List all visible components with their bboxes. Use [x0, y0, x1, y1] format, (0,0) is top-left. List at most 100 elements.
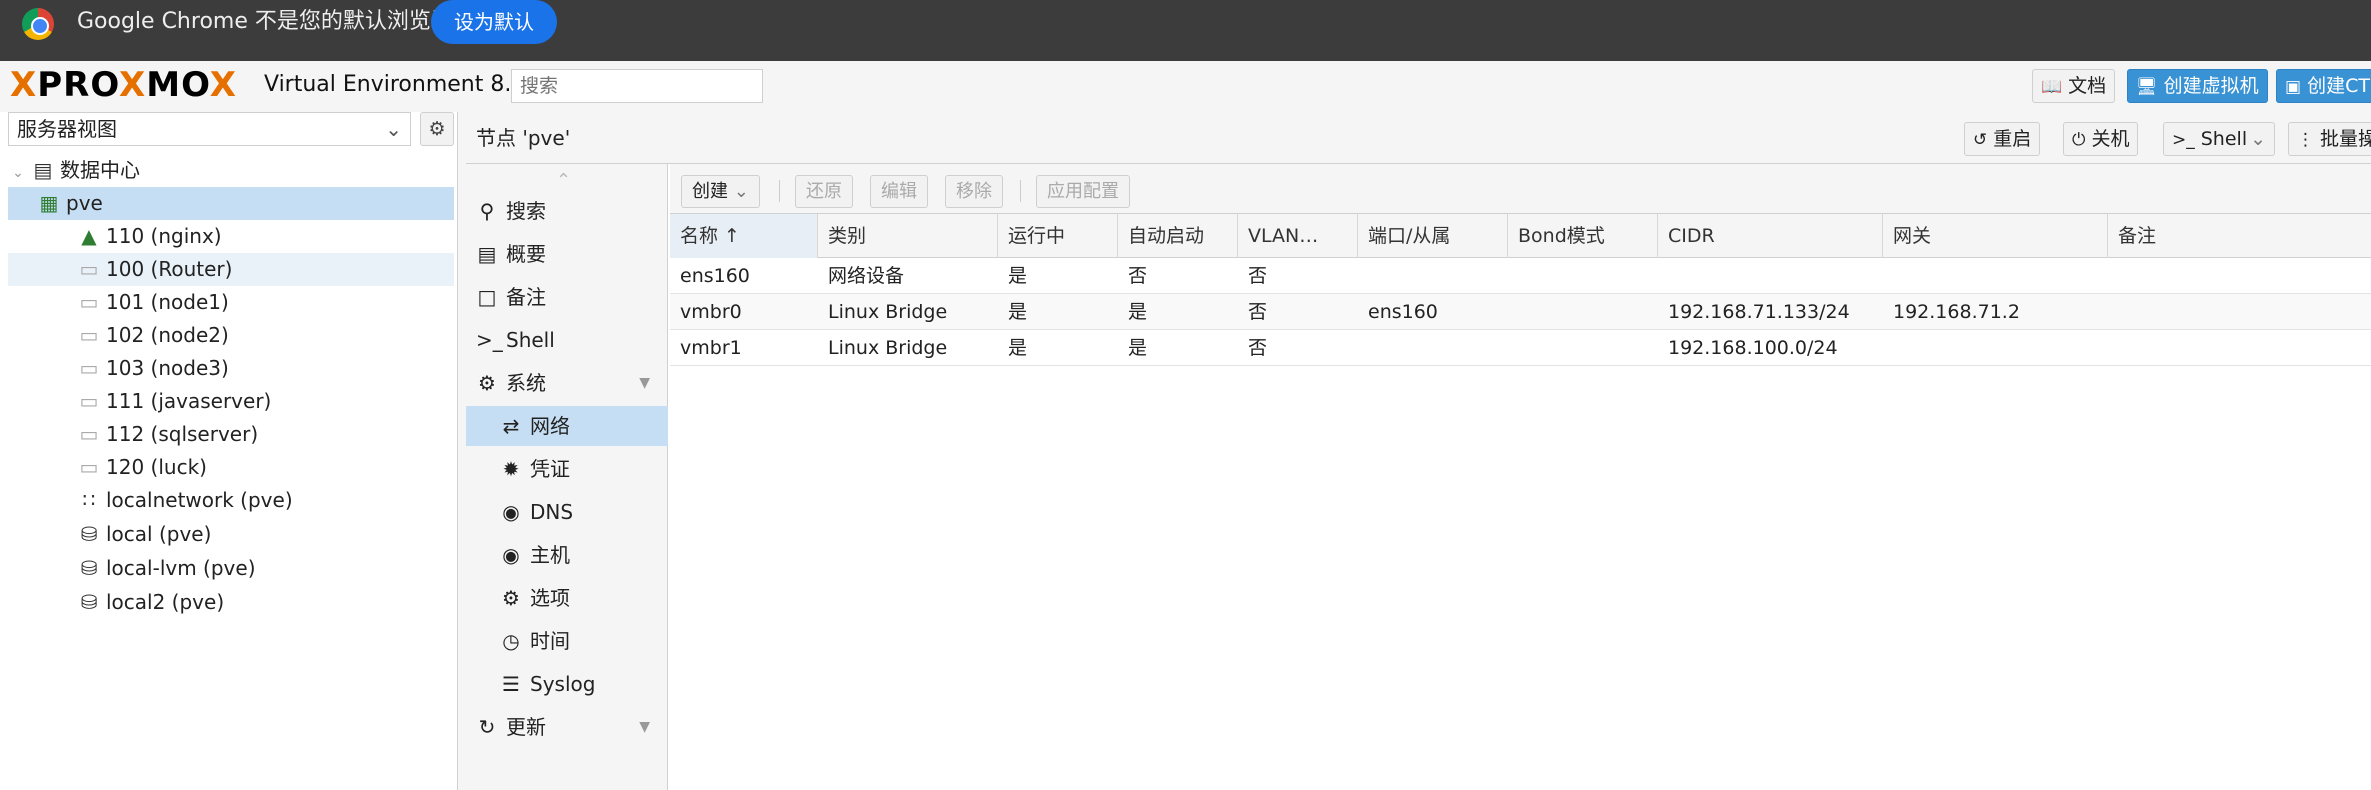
menu-item-certificates[interactable]: ✹ 凭证 — [466, 449, 668, 489]
column-name[interactable]: 名称 ↑ — [670, 214, 818, 258]
apply-config-button[interactable]: 应用配置 — [1036, 175, 1130, 208]
node-header: 节点 'pve' ↺重启 ⏻关机 >_Shell⌄ ⋮批量操作 — [466, 112, 2371, 164]
cell-ports: ens160 — [1368, 301, 1438, 323]
remove-button[interactable]: 移除 — [945, 175, 1003, 208]
vm-icon: ▭ — [79, 323, 99, 347]
main-panel: 节点 'pve' ↺重启 ⏻关机 >_Shell⌄ ⋮批量操作 ⌃ ⚲搜索 ▤概… — [466, 112, 2371, 790]
cell-active: 是 — [1008, 337, 1028, 359]
cell-comment — [2108, 330, 2118, 366]
tree-item-datacenter[interactable]: ⌄ ▤ 数据中心 — [8, 154, 454, 187]
search-input[interactable] — [511, 69, 763, 103]
menu-item-shell[interactable]: >_ Shell — [466, 320, 668, 360]
shutdown-button[interactable]: ⏻ 关机 — [2063, 122, 2139, 156]
column-cidr[interactable]: CIDR — [1658, 214, 1883, 258]
tree-item-storage-local2[interactable]: ⛁ local2 (pve) — [8, 586, 454, 619]
menu-item-hosts[interactable]: ◉ 主机 — [466, 535, 668, 575]
column-gateway[interactable]: 网关 — [1883, 214, 2108, 258]
vm-icon: ▭ — [79, 455, 99, 479]
tree-item-vm-103[interactable]: ▭ 103 (node3) — [8, 352, 454, 385]
cell-type: Linux Bridge — [828, 337, 948, 359]
search-icon: ⚲ — [479, 199, 495, 223]
view-selector[interactable]: 服务器视图 ⌄ — [8, 112, 411, 146]
create-vm-button[interactable]: 🖥 创建虚拟机 — [2127, 69, 2268, 103]
column-comment[interactable]: 备注 — [2108, 214, 2371, 258]
gear-icon[interactable]: ⚙ — [420, 112, 454, 146]
menu-item-time[interactable]: ◷ 时间 — [466, 621, 668, 661]
tree-item-vm-111[interactable]: ▭ 111 (javaserver) — [8, 385, 454, 418]
revert-button[interactable]: 还原 — [795, 175, 853, 208]
summary-icon: ▤ — [477, 242, 497, 266]
table-row[interactable]: ens160 网络设备 是 否 否 — [670, 258, 2371, 294]
power-icon: ⏻ — [2072, 130, 2086, 150]
scroll-up-icon[interactable]: ⌃ — [556, 170, 571, 191]
container-running-icon: ▲ — [81, 224, 97, 248]
cell-ports — [1358, 330, 1368, 366]
cell-gateway — [1883, 258, 1893, 294]
tree-item-storage-local-lvm[interactable]: ⛁ local-lvm (pve) — [8, 552, 454, 585]
column-type[interactable]: 类别 — [818, 214, 998, 258]
cell-name: vmbr1 — [680, 337, 742, 359]
menu-item-network[interactable]: ⇄ 网络 — [466, 406, 668, 446]
chrome-logo-icon — [22, 8, 54, 40]
cell-name: ens160 — [680, 265, 750, 287]
more-icon: ⋮ — [2297, 130, 2314, 150]
tree-item-vm-100[interactable]: ▭ 100 (Router) — [8, 253, 454, 286]
menu-item-dns[interactable]: ◉ DNS — [466, 492, 668, 532]
datacenter-icon: ▤ — [33, 158, 53, 182]
table-row[interactable]: vmbr0 Linux Bridge 是 是 否 ens160 192.168.… — [670, 294, 2371, 330]
create-button[interactable]: 创建 ⌄ — [681, 175, 760, 208]
node-menu: ⌃ ⚲ 搜索 ▤ 概要 □ 备注 >_ Shell ⚙ 系统 ▼ ⇄ 网络 ✹ 凭证 ◉ DNS … — [466, 164, 668, 790]
tree-item-vm-102[interactable]: ▭ 102 (node2) — [8, 319, 454, 352]
create-ct-button[interactable]: ▣ 创建CT — [2276, 69, 2371, 103]
system-icon: ⚙ — [478, 371, 496, 395]
column-vlan[interactable]: VLAN… — [1238, 214, 1358, 258]
toolbar-divider — [779, 180, 780, 202]
tree-item-localnetwork[interactable]: ∷ localnetwork (pve) — [8, 484, 454, 517]
clock-icon: ◷ — [502, 629, 520, 653]
reboot-button[interactable]: ↺ 重启 — [1964, 122, 2041, 156]
tree-item-vm-120[interactable]: ▭ 120 (luck) — [8, 451, 454, 484]
list-icon: ☰ — [502, 672, 520, 696]
menu-item-options[interactable]: ⚙ 选项 — [466, 578, 668, 618]
shell-button[interactable]: >_ Shell ⌄ — [2163, 122, 2275, 156]
column-bond-mode[interactable]: Bond模式 — [1508, 214, 1658, 258]
tree-item-vm-101[interactable]: ▭ 101 (node1) — [8, 286, 454, 319]
vm-icon: ▭ — [79, 257, 99, 281]
chevron-down-icon: ▼ — [639, 719, 650, 735]
certificate-icon: ✹ — [502, 457, 520, 481]
vm-icon: ▭ — [79, 422, 99, 446]
set-default-button[interactable]: 设为默认 — [431, 0, 557, 44]
edit-button[interactable]: 编辑 — [870, 175, 928, 208]
tree-item-pve[interactable]: ▦ pve — [8, 187, 454, 220]
tree-item-ct-110[interactable]: ▲ 110 (nginx) — [8, 220, 454, 253]
menu-item-summary[interactable]: ▤ 概要 — [466, 234, 668, 274]
cell-ports — [1358, 258, 1368, 294]
table-row[interactable]: vmbr1 Linux Bridge 是 是 否 192.168.100.0/2… — [670, 330, 2371, 366]
menu-item-system[interactable]: ⚙ 系统 ▼ — [466, 363, 668, 403]
storage-icon: ⛁ — [80, 556, 98, 580]
column-autostart[interactable]: 自动启动 — [1118, 214, 1238, 258]
menu-item-notes[interactable]: □ 备注 — [466, 277, 668, 317]
resource-tree: ⌄ ▤ 数据中心 ▦ pve ▲ 110 (nginx) ▭ 100 (Router) ▭… — [8, 154, 454, 790]
globe-icon: ◉ — [502, 500, 520, 524]
proxmox-logo[interactable]: XPROXMOX — [10, 66, 237, 104]
column-ports[interactable]: 端口/从属 — [1358, 214, 1508, 258]
column-active[interactable]: 运行中 — [998, 214, 1118, 258]
cube-icon: ▣ — [2285, 77, 2302, 97]
grid-header: 名称 ↑ 类别 运行中 自动启动 VLAN… 端口/从属 Bond模式 CIDR… — [670, 214, 2371, 258]
menu-item-search[interactable]: ⚲ 搜索 — [466, 191, 668, 231]
menu-item-syslog[interactable]: ☰ Syslog — [466, 664, 668, 704]
tree-item-storage-local[interactable]: ⛁ local (pve) — [8, 518, 454, 551]
cell-vlan: 否 — [1248, 265, 1268, 287]
page-title: 节点 'pve' — [476, 126, 571, 150]
resource-panel: 服务器视图 ⌄ ⚙ ⌄ ▤ 数据中心 ▦ pve ▲ 110 (nginx) ▭ 100 (… — [0, 112, 458, 790]
menu-item-updates[interactable]: ↻ 更新 ▼ — [466, 707, 668, 747]
cell-gateway: 192.168.71.2 — [1893, 301, 2020, 323]
tree-item-vm-112[interactable]: ▭ 112 (sqlserver) — [8, 418, 454, 451]
terminal-icon: >_ — [2172, 130, 2195, 150]
docs-button[interactable]: 📖 文档 — [2032, 69, 2116, 103]
bulk-actions-button[interactable]: ⋮批量操作 — [2288, 122, 2371, 156]
cell-cidr: 192.168.100.0/24 — [1668, 337, 1838, 359]
product-version: Virtual Environment 8.1.4 — [264, 72, 547, 97]
cell-comment — [2108, 258, 2118, 294]
